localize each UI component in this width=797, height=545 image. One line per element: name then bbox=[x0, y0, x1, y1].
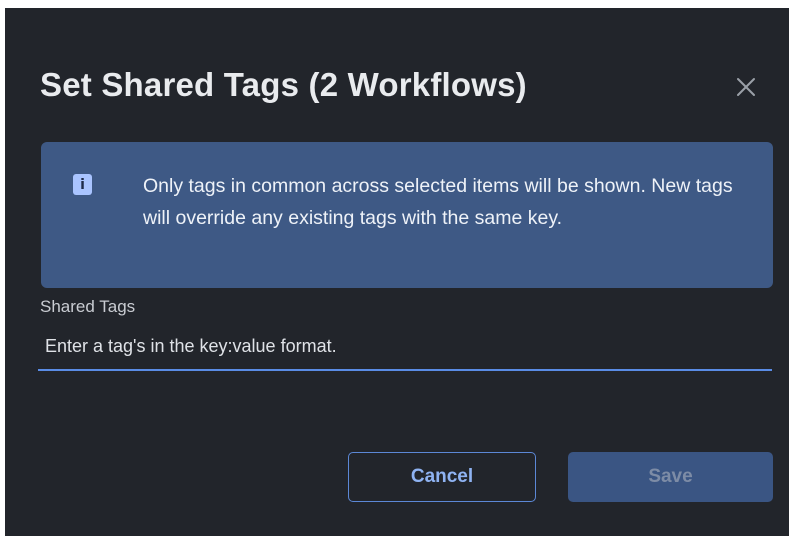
close-button[interactable] bbox=[729, 70, 763, 104]
info-icon: i bbox=[73, 174, 92, 195]
shared-tags-label: Shared Tags bbox=[40, 297, 136, 316]
set-shared-tags-dialog: Set Shared Tags (2 Workflows) i Only tag… bbox=[5, 8, 789, 536]
dialog-title: Set Shared Tags (2 Workflows) bbox=[40, 66, 527, 103]
info-banner: i Only tags in common across selected it… bbox=[41, 142, 773, 288]
save-button[interactable]: Save bbox=[568, 452, 773, 502]
shared-tags-input[interactable] bbox=[38, 323, 772, 371]
cancel-button[interactable]: Cancel bbox=[348, 452, 536, 502]
info-banner-message: Only tags in common across selected item… bbox=[143, 175, 733, 229]
close-icon bbox=[737, 78, 755, 96]
